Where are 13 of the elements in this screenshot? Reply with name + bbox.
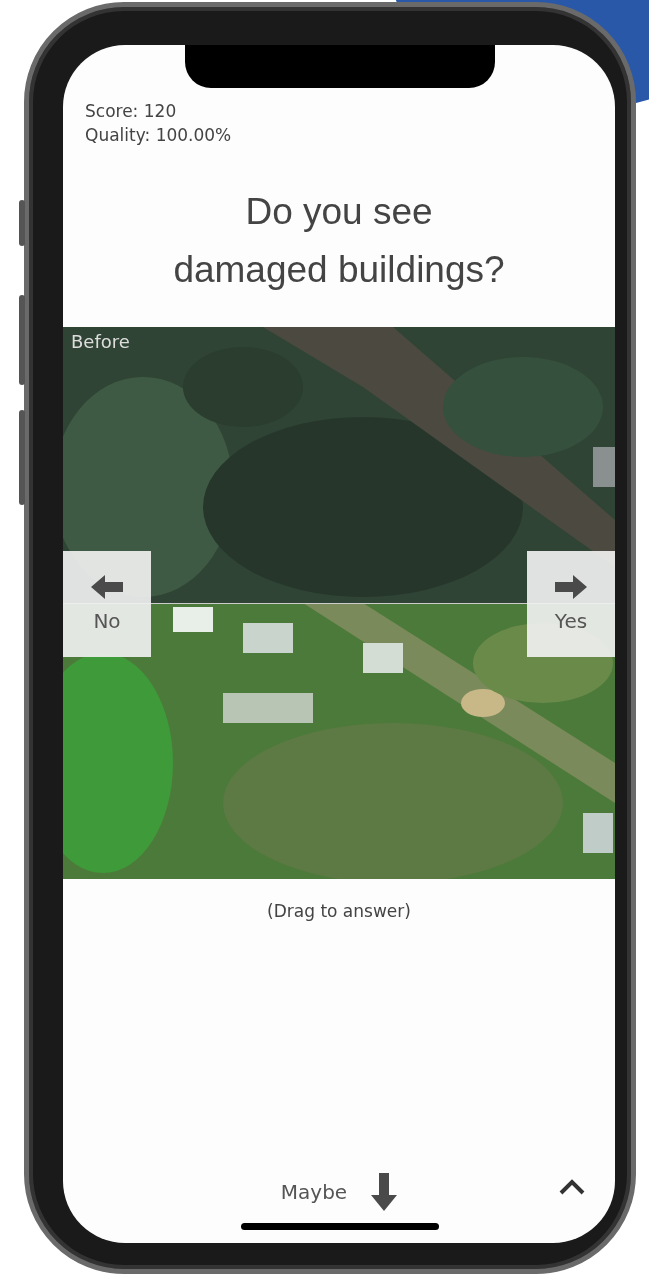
caret-icon[interactable] — [559, 1179, 585, 1195]
yes-button[interactable]: Yes — [527, 551, 615, 657]
question-text: damaged buildings? — [173, 248, 505, 292]
maybe-button[interactable]: Maybe — [280, 1173, 398, 1211]
question-text: Do you see — [245, 190, 433, 234]
quality-text: Quality: 100.00% — [85, 125, 232, 145]
left-arrow-icon — [91, 575, 123, 599]
hint-text: (Drag to answer) — [267, 901, 411, 921]
no-button[interactable]: No — [63, 551, 151, 657]
right-arrow-icon — [555, 575, 587, 599]
before-label: Before — [71, 331, 130, 352]
down-arrow-icon — [371, 1173, 398, 1211]
score-text: Score: 120 — [85, 101, 177, 121]
